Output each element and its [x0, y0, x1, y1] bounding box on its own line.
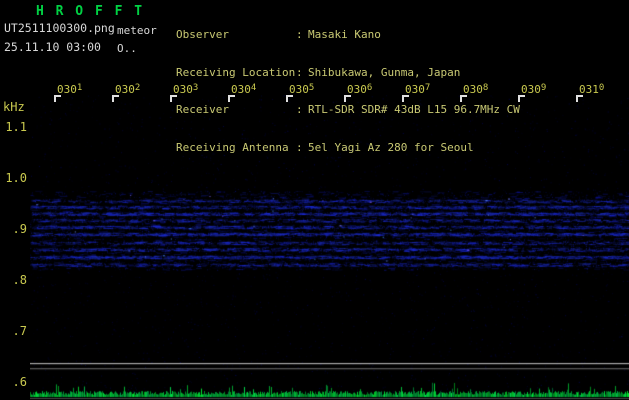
info-row-observer: Observer: Masaki Kano — [176, 28, 520, 42]
time-tick-label: 0309 — [521, 83, 547, 96]
station-name: meteor — [117, 24, 157, 37]
time-tick-mark — [518, 95, 525, 102]
time-tick-mark — [54, 95, 61, 102]
time-tick-mark — [344, 95, 351, 102]
colon: : — [296, 28, 303, 41]
freq-tick-label: .7 — [12, 324, 27, 338]
time-tick-mark — [576, 95, 583, 102]
time-tick-mark — [460, 95, 467, 102]
freq-tick-label: 1.0 — [5, 171, 27, 185]
time-tick-label: 0303 — [173, 83, 199, 96]
time-tick-label: 0302 — [115, 83, 141, 96]
freq-tick-label: .8 — [12, 273, 27, 287]
time-tick-label: 0308 — [463, 83, 489, 96]
info-row-location: Receiving Location: Shibukawa, Gunma, Jap… — [176, 65, 520, 80]
info-value: Masaki Kano — [308, 28, 381, 41]
time-tick-label: 0305 — [289, 83, 315, 96]
info-label: Observer — [176, 28, 229, 41]
capture-filename: UT2511100300.png — [4, 21, 115, 35]
time-tick-label: 0304 — [231, 83, 257, 96]
time-tick-mark — [286, 95, 293, 102]
info-label: Receiving Location — [176, 65, 296, 79]
freq-tick-label: .6 — [12, 375, 27, 389]
app-title: H R O F F T — [36, 4, 145, 19]
time-tick-mark — [112, 95, 119, 102]
time-tick-label: 0310 — [579, 83, 605, 96]
time-tick-mark — [170, 95, 177, 102]
time-tick-mark — [402, 95, 409, 102]
observer-code: O.. — [117, 42, 137, 55]
time-tick-label: 0307 — [405, 83, 431, 96]
capture-datetime: 25.11.10 03:00 — [4, 40, 101, 54]
freq-tick-label: 1.1 — [5, 120, 27, 134]
time-tick-label: 0301 — [57, 83, 83, 96]
hrofft-spectrogram-screen: H R O F F T UT2511100300.png meteor 25.1… — [0, 0, 629, 400]
freq-axis-unit: kHz — [3, 100, 25, 114]
colon: : — [296, 65, 303, 79]
freq-tick-label: .9 — [12, 222, 27, 236]
spectrogram-canvas — [30, 95, 629, 400]
time-tick-label: 0306 — [347, 83, 373, 96]
info-value: Shibukawa, Gunma, Japan — [308, 65, 461, 79]
time-tick-mark — [228, 95, 235, 102]
